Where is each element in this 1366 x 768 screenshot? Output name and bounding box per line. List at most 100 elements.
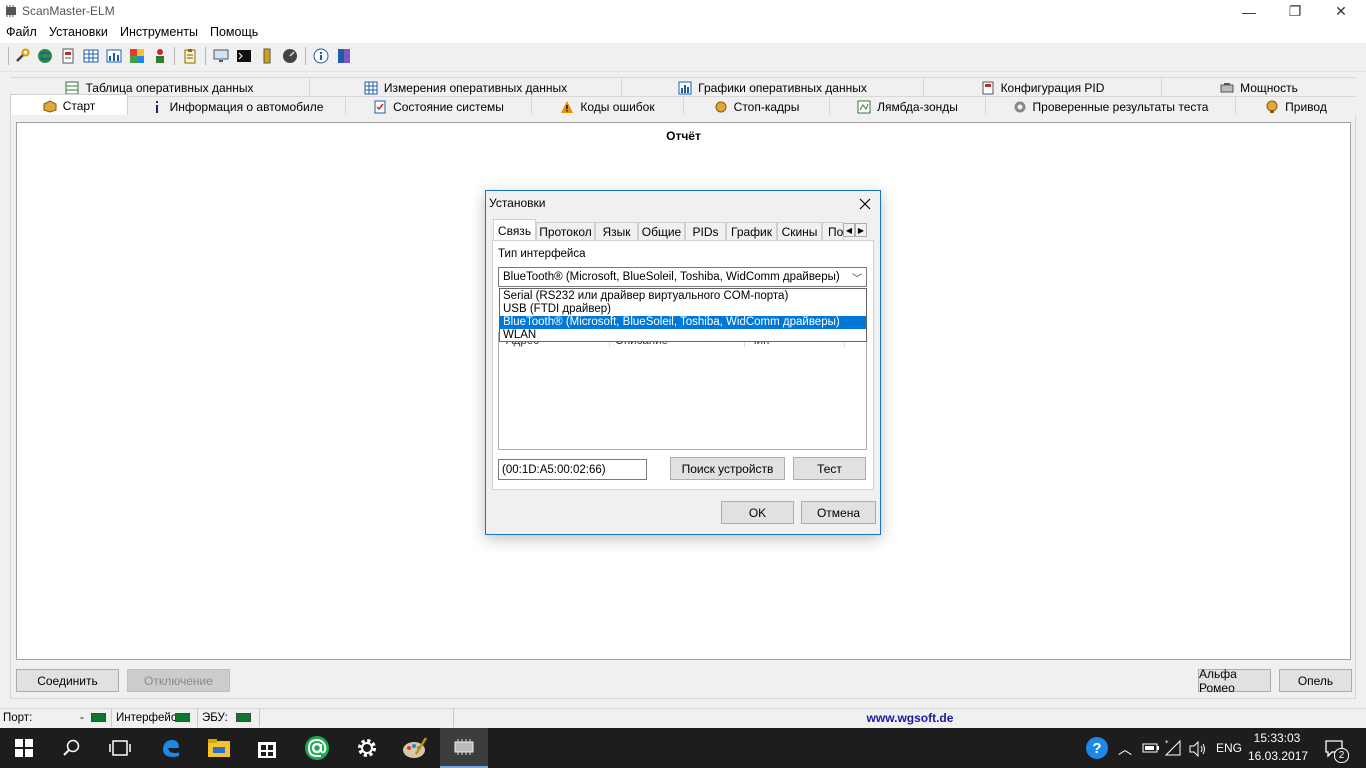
dialog-tab-pids[interactable]: PIDs (685, 222, 726, 240)
battery-icon[interactable] (259, 48, 275, 64)
option-bluetooth[interactable]: BlueTooth® (Microsoft, BlueSoleil, Toshi… (500, 316, 866, 329)
option-serial[interactable]: Serial (RS232 или драйвер виртуального C… (500, 290, 866, 303)
search-icon (63, 739, 80, 756)
clipboard-icon[interactable] (182, 48, 198, 64)
dialog-tab-general[interactable]: Общие (638, 222, 685, 240)
tab-live-data-measurements[interactable]: Измерения оперативных данных (310, 78, 622, 97)
website-link[interactable]: www.wgsoft.de (454, 711, 1366, 725)
dialog-close-button[interactable] (854, 194, 876, 214)
tab-live-data-charts[interactable]: Графики оперативных данных (622, 78, 924, 97)
settings-button[interactable] (343, 728, 391, 768)
tab-row-data: Таблица оперативных данных Измерения опе… (10, 77, 1356, 97)
terminal-icon[interactable] (236, 48, 252, 64)
svg-text:*: * (1165, 739, 1169, 747)
globe-icon[interactable] (37, 48, 53, 64)
gauge-icon[interactable] (282, 48, 298, 64)
info-icon (155, 100, 158, 113)
tab-label: Мощность (1240, 80, 1298, 95)
network-icon[interactable]: * (1164, 739, 1182, 757)
help-tray-icon[interactable]: ? (1086, 737, 1108, 759)
tab-error-codes[interactable]: Коды ошибок (532, 97, 684, 116)
store-button[interactable] (243, 728, 291, 768)
menu-help[interactable]: Помощь (210, 25, 258, 39)
ecu-label: ЭБУ: (202, 712, 228, 724)
tab-label: Графики оперативных данных (698, 80, 867, 95)
restore-button[interactable]: ❐ (1272, 0, 1318, 23)
close-button[interactable]: ✕ (1318, 0, 1364, 23)
tab-freeze-frames[interactable]: Стоп-кадры (684, 97, 830, 116)
tab-system-status[interactable]: Состояние системы (346, 97, 532, 116)
dialog-tab-chart[interactable]: График (726, 222, 777, 240)
menu-file[interactable]: Файл (6, 25, 37, 39)
paint-button[interactable] (391, 728, 439, 768)
info-icon[interactable] (313, 48, 329, 64)
chart-icon (678, 81, 692, 94)
option-wlan[interactable]: WLAN (500, 329, 866, 342)
tab-scroll-left-button[interactable]: ◀ (843, 223, 855, 237)
status-ecu: ЭБУ: (198, 709, 260, 727)
tab-label: Конфигурация PID (1000, 80, 1105, 95)
start-button[interactable] (0, 728, 48, 768)
document-icon (982, 81, 994, 94)
tab-power[interactable]: Мощность (1162, 78, 1356, 97)
dialog-tab-connection[interactable]: Связь (493, 219, 536, 241)
tab-label: Лямбда-зонды (877, 99, 958, 114)
windows-icon (15, 739, 33, 757)
alfa-romeo-button[interactable]: Альфа Ромео (1198, 667, 1271, 695)
tab-test-results[interactable]: Проверенные результаты теста (986, 97, 1236, 116)
chart-icon[interactable] (106, 48, 122, 64)
monitor-icon[interactable] (213, 48, 229, 64)
test-button[interactable]: Тест (793, 457, 866, 480)
warning-icon (561, 100, 574, 113)
ecu-status-led (236, 713, 251, 722)
device-address-field[interactable]: (00:1D:A5:00:02:66) (498, 459, 647, 480)
connect-button[interactable]: Соединить (16, 669, 119, 692)
volume-icon[interactable] (1189, 741, 1207, 757)
camera-icon (715, 101, 727, 112)
tab-start[interactable]: Старт (10, 94, 128, 116)
option-usb[interactable]: USB (FTDI драйвер) (500, 303, 866, 316)
tab-vehicle-info[interactable]: Информация о автомобиле (128, 97, 346, 116)
edge-button[interactable] (147, 728, 195, 768)
tab-label: Стоп-кадры (733, 99, 800, 114)
cancel-button[interactable]: Отмена (801, 501, 876, 524)
search-button[interactable] (48, 728, 96, 768)
dialog-tab-language[interactable]: Язык (595, 222, 638, 240)
book-icon[interactable] (336, 48, 352, 64)
device-list[interactable]: Адрес Описание Чип (498, 332, 867, 450)
dialog-tab-skins[interactable]: Скины (777, 222, 822, 240)
tab-lambda-sensors[interactable]: Лямбда-зонды (830, 97, 986, 116)
tab-actuator[interactable]: Привод (1236, 97, 1356, 116)
clock-time[interactable]: 15:33:03 (1248, 731, 1306, 745)
menu-tools[interactable]: Инструменты (120, 25, 198, 39)
menu-settings[interactable]: Установки (49, 25, 108, 39)
chevron-up-icon[interactable]: ︿ (1118, 739, 1132, 759)
task-view-button[interactable] (96, 728, 144, 768)
file-explorer-button[interactable] (195, 728, 243, 768)
interface-type-select[interactable]: BlueTooth® (Microsoft, BlueSoleil, Toshi… (498, 267, 867, 287)
interface-type-label: Тип интерфейса (498, 248, 586, 260)
tab-scroll-right-button[interactable]: ▶ (855, 223, 867, 237)
dialog-tab-protocol[interactable]: Протокол (536, 222, 595, 240)
mail-agent-button[interactable] (293, 728, 341, 768)
interface-status-led (175, 713, 190, 722)
battery-icon[interactable] (1142, 742, 1160, 754)
person-icon[interactable] (152, 48, 168, 64)
table-icon[interactable] (83, 48, 99, 64)
wrench-icon[interactable] (14, 48, 30, 64)
status-empty-section (260, 709, 454, 727)
language-indicator[interactable]: ENG (1216, 741, 1242, 755)
clock-date[interactable]: 16.03.2017 (1248, 749, 1308, 763)
tab-pid-configuration[interactable]: Конфигурация PID (924, 78, 1162, 97)
scanmaster-taskbar-button[interactable] (440, 728, 488, 768)
dialog-tab-more[interactable]: По (822, 222, 844, 240)
minimize-button[interactable]: — (1226, 0, 1272, 23)
disconnect-button[interactable]: Отключение (127, 669, 230, 692)
opel-button[interactable]: Опель (1279, 669, 1352, 692)
colors-icon[interactable] (129, 48, 145, 64)
menu-bar (0, 23, 1366, 43)
ok-button[interactable]: OK (721, 501, 794, 524)
interface-options-dropdown: Serial (RS232 или драйвер виртуального C… (499, 288, 867, 342)
search-devices-button[interactable]: Поиск устройств (670, 457, 785, 480)
document-icon[interactable] (60, 48, 76, 64)
